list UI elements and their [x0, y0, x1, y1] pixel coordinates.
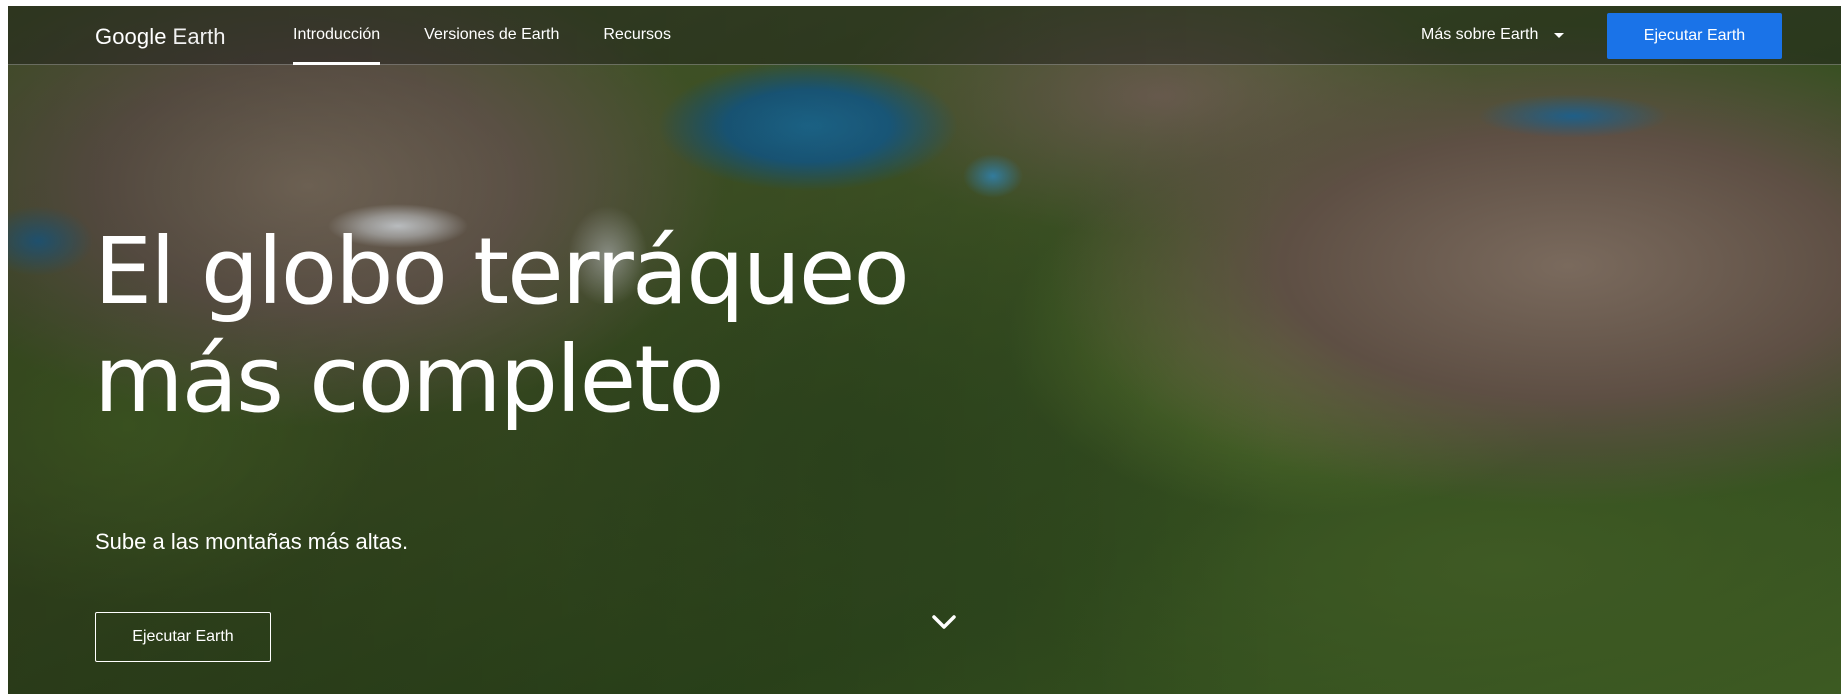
page-frame: Google Earth Introducción Versiones de E… [8, 6, 1841, 694]
scroll-down-button[interactable] [924, 602, 964, 642]
launch-earth-hero-button[interactable]: Ejecutar Earth [95, 612, 271, 662]
hero-title: El globo terráqueo más completo [94, 218, 1094, 434]
launch-earth-header-button[interactable]: Ejecutar Earth [1607, 13, 1782, 59]
logo-google-text: Google [95, 24, 167, 49]
more-about-earth-label: Más sobre Earth [1421, 26, 1539, 43]
logo-product-text: Earth [172, 24, 226, 49]
caret-down-icon [1554, 32, 1565, 38]
hero-title-line-1: El globo terráqueo [94, 218, 910, 325]
hero-title-line-2: más completo [94, 326, 725, 433]
google-earth-logo[interactable]: Google Earth [95, 24, 226, 49]
chevron-down-icon [932, 615, 956, 629]
nav-item-versiones-de-earth[interactable]: Versiones de Earth [424, 6, 559, 64]
main-nav: Introducción Versiones de Earth Recursos [293, 6, 715, 65]
more-about-earth-menu[interactable]: Más sobre Earth [1421, 6, 1565, 64]
top-navigation-bar: Google Earth Introducción Versiones de E… [8, 6, 1841, 65]
hero-subtitle: Sube a las montañas más altas. [95, 529, 409, 554]
nav-item-recursos[interactable]: Recursos [603, 6, 671, 64]
nav-item-introduccion[interactable]: Introducción [293, 6, 381, 65]
